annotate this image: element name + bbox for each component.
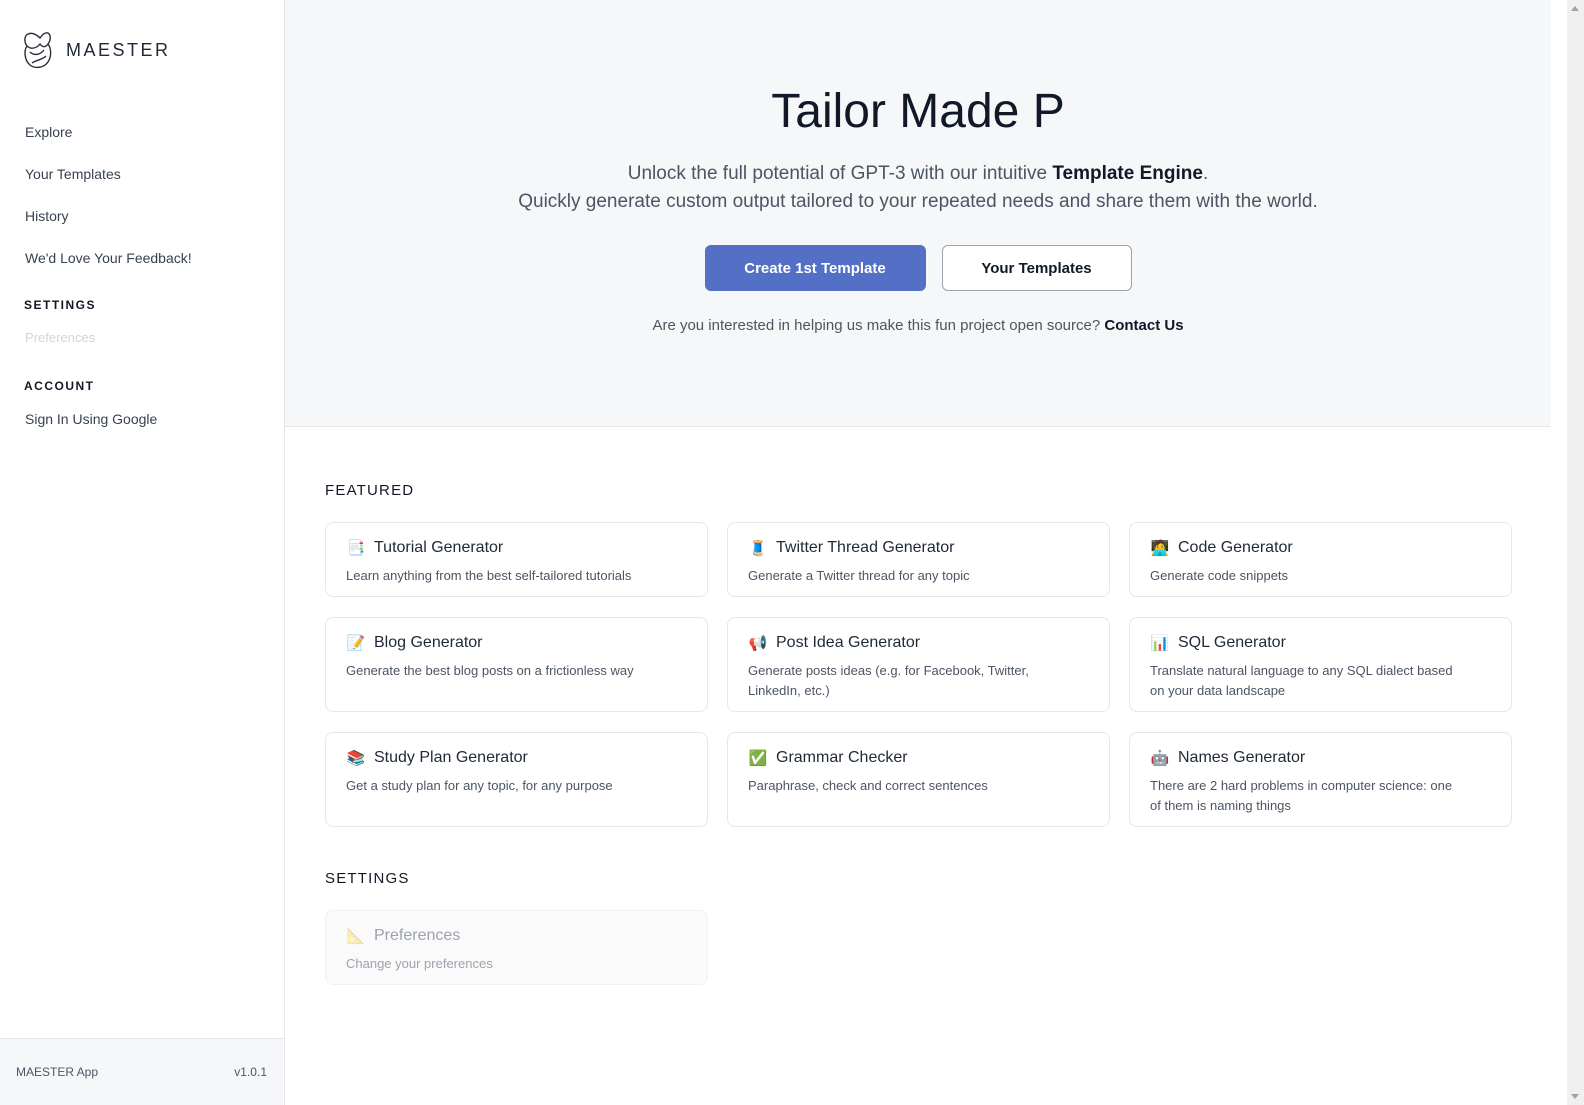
template-card-sql-generator[interactable]: 📊 SQL Generator Translate natural language…	[1129, 617, 1512, 712]
card-title: Code Generator	[1178, 539, 1293, 556]
hero-subtitle-line2: Quickly generate custom output tailored …	[518, 191, 1318, 212]
template-card-twitter-thread-generator[interactable]: 🧵 Twitter Thread Generator Generate a Twit…	[727, 522, 1110, 597]
card-header: 🧑‍💻 Code Generator	[1150, 536, 1491, 560]
brand-name: MAESTER	[66, 39, 171, 60]
open-source-note: Are you interested in helping us make th…	[285, 317, 1551, 334]
sidebar-item-feedback[interactable]: We'd Love Your Feedback!	[25, 246, 192, 288]
card-title: Grammar Checker	[776, 749, 908, 766]
card-description: There are 2 hard problems in computer sc…	[1150, 778, 1453, 813]
hero-subtitle-bold: Template Engine	[1052, 163, 1203, 184]
contact-us-link[interactable]: Contact Us	[1104, 317, 1183, 334]
scroll-up-arrow-icon[interactable]	[1571, 6, 1579, 11]
hero-subtitle-line1: Unlock the full potential of GPT-3 with …	[285, 160, 1551, 188]
megaphone-icon: 📢	[748, 635, 768, 652]
featured-section-title: FEATURED	[325, 482, 415, 499]
sidebar-item-preferences: Preferences	[25, 330, 96, 345]
card-title: Preferences	[374, 927, 461, 944]
scroll-down-arrow-icon[interactable]	[1571, 1094, 1579, 1099]
create-first-template-button[interactable]: Create 1st Template	[704, 245, 926, 291]
card-title: Tutorial Generator	[374, 539, 504, 556]
featured-grid: 📑 Tutorial Generator Learn anything from t…	[325, 522, 1512, 827]
brand[interactable]: MAESTER	[22, 30, 171, 70]
hero-subtitle-prefix: Unlock the full potential of GPT-3 with …	[627, 163, 1053, 184]
card-header: 🧵 Twitter Thread Generator	[748, 536, 1089, 560]
card-title: Study Plan Generator	[374, 749, 528, 766]
card-header: 📊 SQL Generator	[1150, 631, 1491, 655]
hero-subtitle: Unlock the full potential of GPT-3 with …	[285, 160, 1551, 216]
card-title: Names Generator	[1178, 749, 1306, 766]
check-mark-icon: ✅	[748, 750, 768, 767]
settings-grid: 📐 Preferences Change your preferences	[325, 910, 1512, 985]
robot-icon: 🤖	[1150, 750, 1170, 767]
books-icon: 📚	[346, 750, 366, 767]
technologist-icon: 🧑‍💻	[1150, 540, 1170, 557]
hero: Tailor Made P Unlock the full potential …	[285, 0, 1551, 427]
memo-icon: 📝	[346, 635, 366, 652]
card-description: Generate a Twitter thread for any topic	[748, 568, 970, 583]
sidebar-item-history[interactable]: History	[25, 204, 192, 246]
card-description: Generate posts ideas (e.g. for Facebook,…	[748, 663, 1029, 698]
app-name: MAESTER App	[16, 1065, 99, 1079]
template-card-study-plan-generator[interactable]: 📚 Study Plan Generator Get a study plan fo…	[325, 732, 708, 827]
card-header: 🤖 Names Generator	[1150, 746, 1491, 770]
sidebar-item-explore[interactable]: Explore	[25, 120, 192, 162]
sidebar-item-sign-in-google[interactable]: Sign In Using Google	[25, 407, 157, 449]
main-content: Tailor Made P Unlock the full potential …	[285, 0, 1551, 1105]
sidebar: MAESTER Explore Your Templates History W…	[0, 0, 285, 1105]
card-description: Paraphrase, check and correct sentences	[748, 778, 988, 793]
card-header: 📚 Study Plan Generator	[346, 746, 687, 770]
card-description: Generate the best blog posts on a fricti…	[346, 663, 634, 678]
bar-chart-icon: 📊	[1150, 635, 1170, 652]
card-description: Get a study plan for any topic, for any …	[346, 778, 613, 793]
card-description: Generate code snippets	[1150, 568, 1289, 583]
card-header: ✅ Grammar Checker	[748, 746, 1089, 770]
hero-buttons: Create 1st Template Your Templates	[285, 245, 1551, 291]
card-title: Blog Generator	[374, 634, 483, 651]
card-title: SQL Generator	[1178, 634, 1286, 651]
card-header: 📢 Post Idea Generator	[748, 631, 1089, 655]
template-card-blog-generator[interactable]: 📝 Blog Generator Generate the best blog po…	[325, 617, 708, 712]
card-description: Learn anything from the best self-tailor…	[346, 568, 632, 583]
maester-logo-icon	[24, 32, 52, 69]
triangular-ruler-icon: 📐	[346, 928, 366, 945]
hero-title: Tailor Made P	[771, 85, 1065, 138]
card-header: 📑 Tutorial Generator	[346, 536, 687, 560]
sidebar-footer: MAESTER App v1.0.1	[0, 1038, 284, 1105]
card-header: 📝 Blog Generator	[346, 631, 687, 655]
sidebar-item-your-templates[interactable]: Your Templates	[25, 162, 192, 204]
settings-section-title: SETTINGS	[325, 870, 410, 887]
hero-subtitle-suffix: .	[1202, 163, 1209, 184]
vertical-scrollbar[interactable]	[1567, 0, 1584, 1105]
sidebar-nav: Explore Your Templates History We'd Love…	[25, 120, 192, 288]
app-version: v1.0.1	[234, 1065, 267, 1079]
your-templates-button[interactable]: Your Templates	[941, 245, 1132, 291]
card-header: 📐 Preferences	[346, 924, 687, 948]
sidebar-settings-title: SETTINGS	[24, 298, 97, 312]
sidebar-account-title: ACCOUNT	[24, 379, 95, 393]
template-card-tutorial-generator[interactable]: 📑 Tutorial Generator Learn anything from t…	[325, 522, 708, 597]
document-icon: 📑	[346, 540, 366, 557]
card-title: Post Idea Generator	[776, 634, 921, 651]
card-description: Change your preferences	[346, 956, 493, 971]
template-card-code-generator[interactable]: 🧑‍💻 Code Generator Generate code snippets	[1129, 522, 1512, 597]
open-source-note-text: Are you interested in helping us make th…	[652, 317, 1105, 334]
template-card-names-generator[interactable]: 🤖 Names Generator There are 2 hard problem…	[1129, 732, 1512, 827]
card-title: Twitter Thread Generator	[776, 539, 955, 556]
thread-icon: 🧵	[748, 540, 768, 557]
card-description: Translate natural language to any SQL di…	[1150, 663, 1453, 698]
template-card-post-idea-generator[interactable]: 📢 Post Idea Generator Generate posts ideas…	[727, 617, 1110, 712]
template-card-grammar-checker[interactable]: ✅ Grammar Checker Paraphrase, check and co…	[727, 732, 1110, 827]
template-card-preferences: 📐 Preferences Change your preferences	[325, 910, 708, 985]
